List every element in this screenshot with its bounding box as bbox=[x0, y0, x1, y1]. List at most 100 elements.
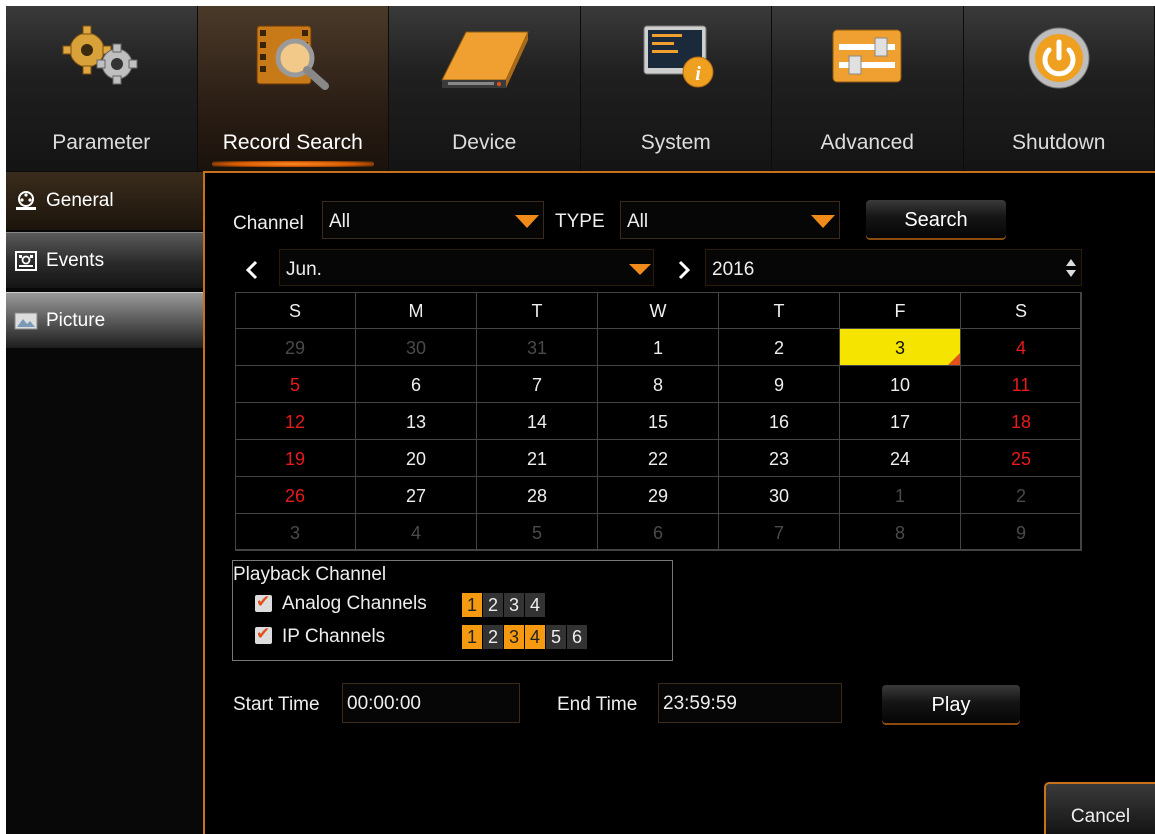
chevron-right-icon bbox=[678, 260, 691, 280]
calendar-day-number: 27 bbox=[405, 486, 427, 506]
film-magnifier-icon bbox=[256, 25, 329, 90]
calendar-day[interactable]: 1 bbox=[598, 329, 719, 366]
calendar-day[interactable]: 11 bbox=[961, 366, 1082, 403]
channel-label: Channel bbox=[233, 213, 304, 234]
channel-select[interactable]: All bbox=[322, 201, 544, 239]
menu-advanced[interactable]: Advanced bbox=[772, 6, 964, 171]
sidebar-item-picture[interactable]: Picture bbox=[6, 292, 203, 348]
calendar-day[interactable]: 2 bbox=[961, 477, 1082, 514]
calendar-day[interactable]: 3 bbox=[840, 329, 961, 366]
calendar-day[interactable]: 30 bbox=[356, 329, 477, 366]
calendar-day-number: 22 bbox=[647, 449, 669, 469]
calendar-day[interactable]: 24 bbox=[840, 440, 961, 477]
calendar-day-number: 7 bbox=[773, 523, 784, 543]
calendar-day[interactable]: 30 bbox=[719, 477, 840, 514]
gears-icon bbox=[62, 25, 138, 85]
ip-channels-label: IP Channels bbox=[282, 626, 386, 647]
year-spinner[interactable]: 2016 bbox=[705, 249, 1082, 286]
calendar-day-number: 3 bbox=[894, 338, 905, 358]
calendar-day[interactable]: 9 bbox=[719, 366, 840, 403]
calendar-day[interactable]: 12 bbox=[235, 403, 356, 440]
calendar-day[interactable]: 22 bbox=[598, 440, 719, 477]
active-tab-indicator bbox=[211, 161, 374, 167]
calendar-day[interactable]: 2 bbox=[719, 329, 840, 366]
calendar-day-number: 4 bbox=[1015, 338, 1026, 358]
calendar-day-number: 29 bbox=[647, 486, 669, 506]
calendar-day[interactable]: 28 bbox=[477, 477, 598, 514]
calendar-day[interactable]: 8 bbox=[598, 366, 719, 403]
calendar-day-number: 18 bbox=[1010, 412, 1032, 432]
sidebar-item-label: Picture bbox=[46, 309, 106, 331]
calendar-day[interactable]: 17 bbox=[840, 403, 961, 440]
calendar-day[interactable]: 6 bbox=[598, 514, 719, 551]
calendar-day[interactable]: 13 bbox=[356, 403, 477, 440]
analog-channels-label: Analog Channels bbox=[282, 593, 427, 614]
sidebar-item-events[interactable]: Events bbox=[6, 232, 203, 288]
ip-channels-checkbox[interactable] bbox=[255, 624, 272, 644]
month-select[interactable]: Jun. bbox=[279, 249, 654, 286]
ip-channel-chip[interactable]: 4 bbox=[525, 625, 545, 649]
end-time-input[interactable]: 23:59:59 bbox=[658, 683, 842, 723]
calendar-day[interactable]: 3 bbox=[235, 514, 356, 551]
analog-channels-checkbox[interactable] bbox=[255, 592, 272, 612]
menu-system[interactable]: i System bbox=[581, 6, 772, 171]
ip-channel-chip[interactable]: 2 bbox=[483, 625, 503, 649]
calendar-day[interactable]: 8 bbox=[840, 514, 961, 551]
calendar-day[interactable]: 7 bbox=[477, 366, 598, 403]
calendar-day-number: 17 bbox=[889, 412, 911, 432]
calendar-day[interactable]: 5 bbox=[477, 514, 598, 551]
calendar-day[interactable]: 1 bbox=[840, 477, 961, 514]
prev-month-button[interactable] bbox=[242, 256, 262, 284]
calendar-day-number: 5 bbox=[531, 523, 542, 543]
calendar-day[interactable]: 29 bbox=[598, 477, 719, 514]
menu-record-search[interactable]: Record Search bbox=[197, 6, 389, 171]
ip-channel-chip[interactable]: 3 bbox=[504, 625, 524, 649]
analog-channel-chip[interactable]: 1 bbox=[462, 593, 482, 617]
calendar-day[interactable]: 23 bbox=[719, 440, 840, 477]
start-time-label: Start Time bbox=[233, 694, 320, 715]
calendar-day[interactable]: 20 bbox=[356, 440, 477, 477]
ip-channel-chip[interactable]: 1 bbox=[462, 625, 482, 649]
ip-channel-chip[interactable]: 5 bbox=[546, 625, 566, 649]
calendar-day[interactable]: 9 bbox=[961, 514, 1082, 551]
calendar-day-number: 10 bbox=[889, 375, 911, 395]
calendar-day[interactable]: 18 bbox=[961, 403, 1082, 440]
cancel-button[interactable]: Cancel bbox=[1044, 782, 1155, 834]
calendar-day[interactable]: 21 bbox=[477, 440, 598, 477]
calendar-day[interactable]: 10 bbox=[840, 366, 961, 403]
calendar-day[interactable]: 5 bbox=[235, 366, 356, 403]
menu-device[interactable]: Device bbox=[389, 6, 581, 171]
calendar-day[interactable]: 4 bbox=[356, 514, 477, 551]
calendar-day[interactable]: 19 bbox=[235, 440, 356, 477]
next-month-button[interactable] bbox=[674, 256, 694, 284]
calendar-day[interactable]: 27 bbox=[356, 477, 477, 514]
event-film-icon bbox=[15, 250, 37, 271]
search-button[interactable]: Search bbox=[866, 200, 1006, 238]
play-button[interactable]: Play bbox=[882, 685, 1020, 723]
analog-channel-chip[interactable]: 3 bbox=[504, 593, 524, 617]
calendar-day[interactable]: 26 bbox=[235, 477, 356, 514]
start-time-input[interactable]: 00:00:00 bbox=[342, 683, 520, 723]
calendar-day[interactable]: 16 bbox=[719, 403, 840, 440]
menu-parameter[interactable]: Parameter bbox=[6, 6, 198, 171]
menu-shutdown[interactable]: Shutdown bbox=[964, 6, 1155, 171]
calendar-day[interactable]: 6 bbox=[356, 366, 477, 403]
calendar-day[interactable]: 15 bbox=[598, 403, 719, 440]
calendar-day-number: 9 bbox=[1015, 523, 1026, 543]
ip-channel-chip[interactable]: 6 bbox=[567, 625, 587, 649]
weekday-header: S bbox=[961, 292, 1082, 329]
sidebar: General Events Picture bbox=[6, 172, 203, 834]
analog-channel-chip[interactable]: 2 bbox=[483, 593, 503, 617]
sidebar-item-general[interactable]: General bbox=[6, 172, 203, 230]
calendar-day[interactable]: 25 bbox=[961, 440, 1082, 477]
calendar-day[interactable]: 31 bbox=[477, 329, 598, 366]
calendar-day[interactable]: 14 bbox=[477, 403, 598, 440]
calendar-grid: S M T W T F S 29 30 31 1 2 3 4 5 6 7 8 9 10 11 12 13 14 15 16 17 18… bbox=[235, 292, 1082, 551]
chevron-down-icon bbox=[515, 215, 539, 228]
calendar-day[interactable]: 7 bbox=[719, 514, 840, 551]
calendar-day[interactable]: 4 bbox=[961, 329, 1082, 366]
analog-channel-chip[interactable]: 4 bbox=[525, 593, 545, 617]
type-select[interactable]: All bbox=[620, 201, 840, 239]
calendar-day[interactable]: 29 bbox=[235, 329, 356, 366]
sidebar-item-label: General bbox=[46, 190, 114, 211]
